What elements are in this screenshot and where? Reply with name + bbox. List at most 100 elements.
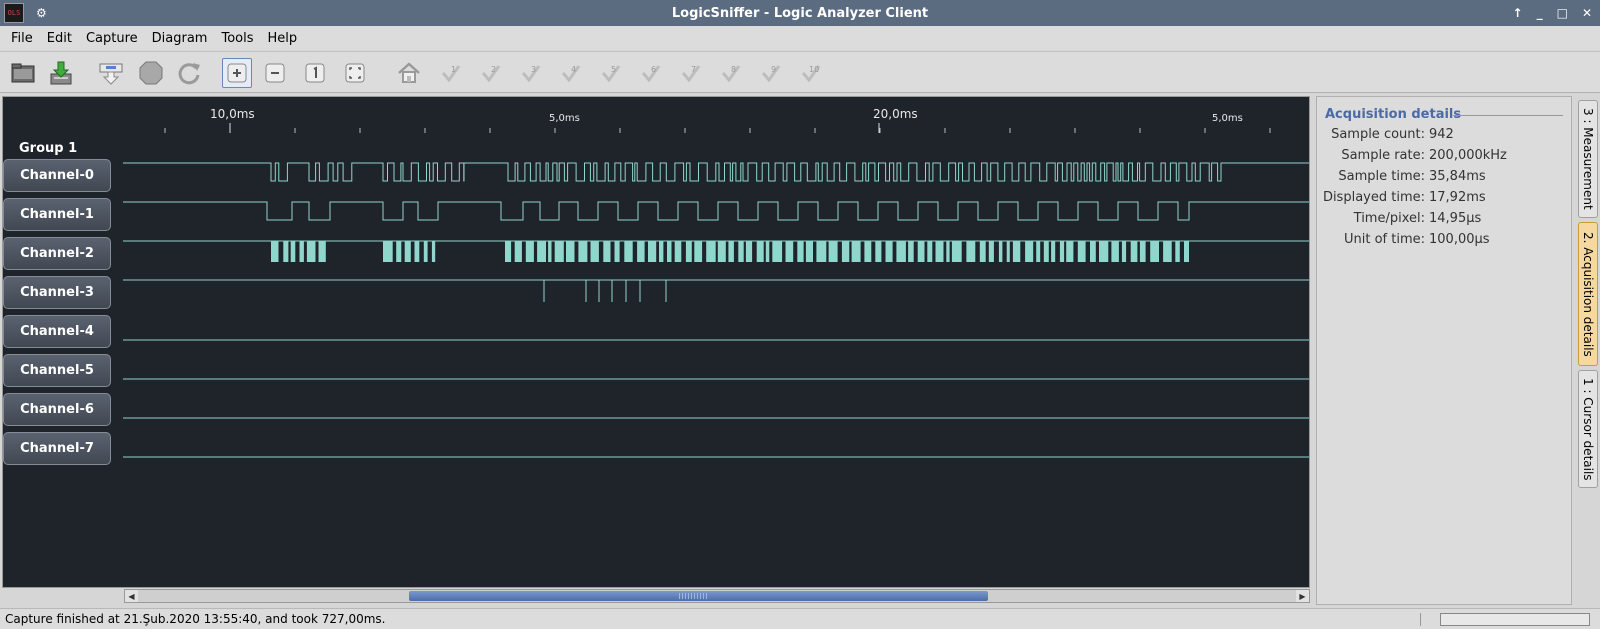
channel-2-pulse: [765, 241, 770, 262]
detail-value: 35,84ms: [1429, 169, 1486, 184]
goto-marker-9-icon[interactable]: 9: [756, 58, 786, 88]
detail-row-sample-rate: Sample rate: 200,000kHz: [1317, 148, 1573, 168]
channel-2-pulse: [738, 241, 744, 262]
channel-2-pulse: [318, 241, 326, 262]
channel-2-pulse: [875, 241, 882, 262]
channel-2-pulse: [841, 241, 850, 262]
acquisition-details-panel: Acquisition details Sample count: 942 Sa…: [1316, 96, 1572, 605]
close-button[interactable]: ✕: [1582, 6, 1592, 20]
menu-capture[interactable]: Capture: [79, 31, 145, 46]
channel-5-label[interactable]: Channel-5: [3, 354, 111, 387]
detail-value: 942: [1429, 127, 1454, 142]
marker-number: 1: [451, 65, 456, 74]
maximize-button[interactable]: □: [1557, 6, 1568, 20]
menu-file[interactable]: File: [4, 31, 40, 46]
goto-marker-5-icon[interactable]: 5: [596, 58, 626, 88]
channel-2-pulse: [566, 241, 575, 262]
tab-measurement[interactable]: 3 : Measurement: [1578, 100, 1598, 218]
channel-2-pulse: [637, 241, 645, 262]
channel-0-waveform: [123, 162, 1309, 182]
timeline-minor-label: 5,0ms: [1212, 113, 1243, 124]
goto-marker-2-icon[interactable]: 2: [476, 58, 506, 88]
waveform-canvas[interactable]: [3, 97, 1309, 587]
channel-2-pulse: [816, 241, 827, 262]
channel-2-label[interactable]: Channel-2: [3, 237, 111, 270]
goto-trigger-icon[interactable]: [394, 58, 424, 88]
detail-label: Unit of time:: [1343, 232, 1425, 247]
tab-label: 2. Acquisition details: [1581, 231, 1595, 357]
detail-row-sample-count: Sample count: 942: [1317, 127, 1573, 147]
channel-2-pulse: [851, 241, 861, 262]
channel-2-pulse: [756, 241, 764, 262]
signal-diagram[interactable]: 10,0ms 5,0ms 20,0ms 5,0ms Group 1 Channe…: [2, 96, 1310, 588]
menu-tools[interactable]: Tools: [214, 31, 260, 46]
channel-2-pulse: [935, 241, 944, 262]
channel-6-label[interactable]: Channel-6: [3, 393, 111, 426]
app-logo-icon: OLS: [4, 3, 24, 23]
channel-2-pulse: [1051, 241, 1056, 262]
channel-2-pulse: [548, 241, 552, 262]
zoom-original-icon[interactable]: [300, 58, 330, 88]
save-file-icon[interactable]: [46, 58, 76, 88]
minimize-button[interactable]: _: [1537, 6, 1543, 20]
stop-icon[interactable]: [136, 58, 166, 88]
channel-2-pulse: [1184, 241, 1189, 262]
channel-2-pulse: [290, 241, 296, 262]
scroll-right-icon[interactable]: ▶: [1296, 590, 1309, 602]
detail-label: Sample rate:: [1341, 148, 1425, 163]
channel-2-pulse: [674, 241, 682, 262]
channel-2-pulse: [828, 241, 838, 262]
channel-2-pulse: [1130, 241, 1138, 262]
channel-2-pulse: [885, 241, 893, 262]
channel-7-label[interactable]: Channel-7: [3, 432, 111, 465]
channel-0-label[interactable]: Channel-0: [3, 159, 111, 192]
channel-2-pulse: [979, 241, 986, 262]
keep-above-button[interactable]: ↑: [1513, 6, 1523, 20]
channel-2-pulse: [951, 241, 962, 262]
channel-4-label[interactable]: Channel-4: [3, 315, 111, 348]
channel-1-label[interactable]: Channel-1: [3, 198, 111, 231]
channel-2-pulse: [706, 241, 716, 262]
channel-3-label[interactable]: Channel-3: [3, 276, 111, 309]
channel-2-pulse: [927, 241, 933, 262]
zoom-out-icon[interactable]: [260, 58, 290, 88]
channel-2-pulse: [988, 241, 994, 262]
detail-label: Sample time:: [1338, 169, 1425, 184]
group-label: Group 1: [19, 141, 78, 156]
detail-row-time-per-pixel: Time/pixel: 14,95µs: [1317, 211, 1573, 231]
goto-marker-4-icon[interactable]: 4: [556, 58, 586, 88]
goto-marker-1-icon[interactable]: 1: [436, 58, 466, 88]
channel-2-pulse: [1012, 241, 1021, 262]
repeat-capture-icon[interactable]: [174, 58, 204, 88]
title-bar: OLS ⚙ LogicSniffer - Logic Analyzer Clie…: [0, 0, 1600, 26]
tab-cursor-details[interactable]: 1 : Cursor details: [1578, 370, 1598, 488]
channel-2-pulse: [797, 241, 804, 262]
scroll-left-icon[interactable]: ◀: [125, 590, 138, 602]
goto-marker-7-icon[interactable]: 7: [676, 58, 706, 88]
tab-acquisition-details[interactable]: 2. Acquisition details: [1578, 222, 1598, 366]
channel-2-pulse: [772, 241, 783, 262]
menu-edit[interactable]: Edit: [40, 31, 79, 46]
zoom-in-icon[interactable]: [222, 58, 252, 88]
marker-number: 8: [731, 65, 736, 74]
channel-2-pulse: [896, 241, 906, 262]
goto-marker-10-icon[interactable]: 10: [796, 58, 826, 88]
channel-2-pulse: [1139, 241, 1146, 262]
marker-number: 2: [491, 65, 496, 74]
goto-marker-8-icon[interactable]: 8: [716, 58, 746, 88]
scrollbar-thumb[interactable]: [409, 591, 988, 601]
marker-number: 6: [651, 65, 656, 74]
goto-marker-6-icon[interactable]: 6: [636, 58, 666, 88]
capture-icon[interactable]: [96, 58, 126, 88]
window-menu-icon[interactable]: ⚙: [36, 6, 47, 20]
channel-2-pulse: [554, 241, 564, 262]
menu-bar: File Edit Capture Diagram Tools Help: [0, 26, 1600, 50]
open-file-icon[interactable]: [8, 58, 38, 88]
menu-diagram[interactable]: Diagram: [145, 31, 215, 46]
channel-2-pulse: [423, 241, 428, 262]
goto-marker-3-icon[interactable]: 3: [516, 58, 546, 88]
menu-help[interactable]: Help: [261, 31, 305, 46]
horizontal-scrollbar[interactable]: ◀ ▶: [124, 589, 1310, 603]
zoom-fit-icon[interactable]: [340, 58, 370, 88]
timeline-major-label: 10,0ms: [210, 107, 255, 121]
